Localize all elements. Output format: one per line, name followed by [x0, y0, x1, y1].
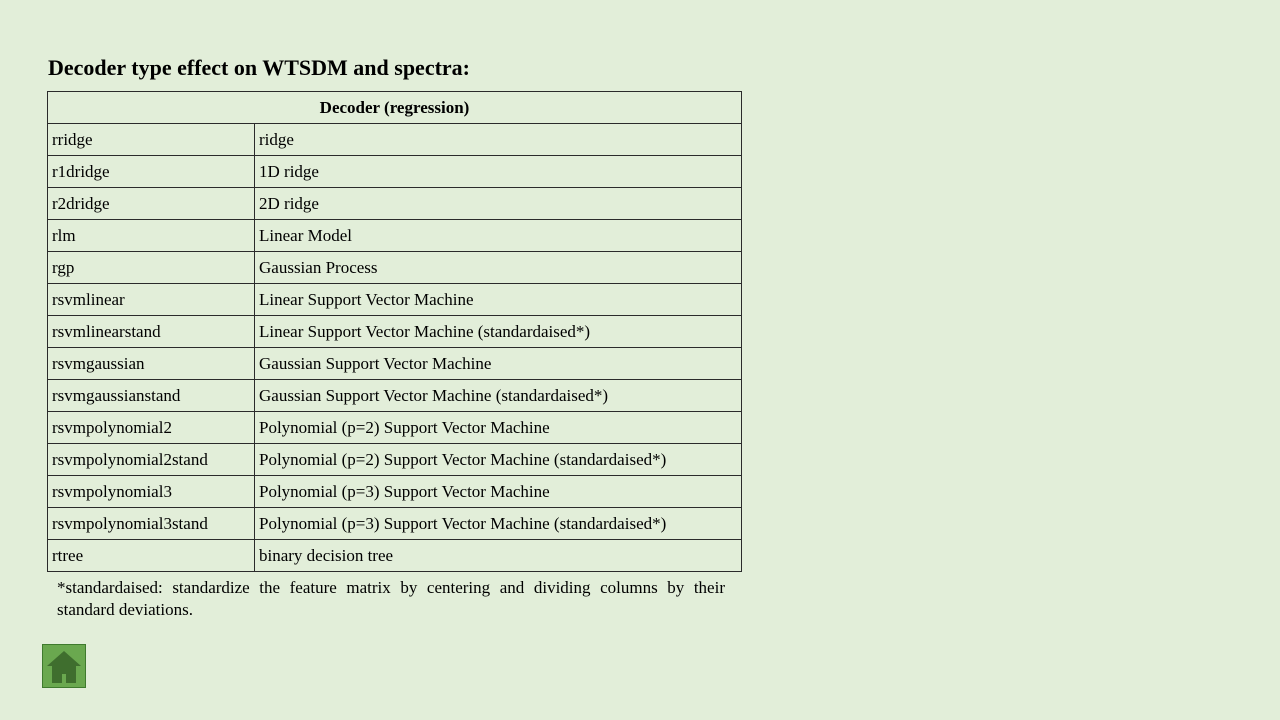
decoder-code: rridge [47, 123, 255, 156]
table-row: rtree binary decision tree [47, 539, 742, 572]
table-row: r1dridge 1D ridge [47, 155, 742, 188]
table-row: rsvmpolynomial2 Polynomial (p=2) Support… [47, 411, 742, 444]
decoder-code: rsvmpolynomial3stand [47, 507, 255, 540]
decoder-code: rtree [47, 539, 255, 572]
table-row: rsvmgaussian Gaussian Support Vector Mac… [47, 347, 742, 380]
table-row: rlm Linear Model [47, 219, 742, 252]
decoder-code: r2dridge [47, 187, 255, 220]
table-row: rridge ridge [47, 123, 742, 156]
decoder-description: Gaussian Support Vector Machine [254, 347, 742, 380]
decoder-code: rsvmlinear [47, 283, 255, 316]
decoder-description: Gaussian Support Vector Machine (standar… [254, 379, 742, 412]
decoder-code: rsvmpolynomial2 [47, 411, 255, 444]
table-row: rsvmpolynomial2stand Polynomial (p=2) Su… [47, 443, 742, 476]
decoder-description: binary decision tree [254, 539, 742, 572]
table-row: rsvmgaussianstand Gaussian Support Vecto… [47, 379, 742, 412]
decoder-code: rsvmlinearstand [47, 315, 255, 348]
decoder-code: r1dridge [47, 155, 255, 188]
slide-title: Decoder type effect on WTSDM and spectra… [48, 55, 470, 80]
footnote: *standardaised: standardize the feature … [57, 578, 725, 619]
decoder-description: Linear Support Vector Machine [254, 283, 742, 316]
table-row: rsvmlinear Linear Support Vector Machine [47, 283, 742, 316]
decoder-code: rsvmgaussianstand [47, 379, 255, 412]
decoder-code: rlm [47, 219, 255, 252]
decoder-description: Polynomial (p=3) Support Vector Machine [254, 475, 742, 508]
table-row: r2dridge 2D ridge [47, 187, 742, 220]
table-row: rsvmlinearstand Linear Support Vector Ma… [47, 315, 742, 348]
home-button[interactable] [42, 644, 86, 688]
table-row: rgp Gaussian Process [47, 251, 742, 284]
table-row: rsvmpolynomial3 Polynomial (p=3) Support… [47, 475, 742, 508]
decoder-description: 2D ridge [254, 187, 742, 220]
decoder-description: Polynomial (p=3) Support Vector Machine … [254, 507, 742, 540]
decoder-description: Polynomial (p=2) Support Vector Machine [254, 411, 742, 444]
decoder-description: Linear Model [254, 219, 742, 252]
table-header-row: Decoder (regression) [47, 91, 742, 124]
decoder-description: Gaussian Process [254, 251, 742, 284]
decoder-description: ridge [254, 123, 742, 156]
decoder-code: rgp [47, 251, 255, 284]
decoder-description: Linear Support Vector Machine (standarda… [254, 315, 742, 348]
table-header: Decoder (regression) [47, 91, 742, 124]
decoder-description: Polynomial (p=2) Support Vector Machine … [254, 443, 742, 476]
home-icon [47, 651, 81, 683]
decoder-code: rsvmpolynomial3 [47, 475, 255, 508]
decoder-code: rsvmgaussian [47, 347, 255, 380]
table-row: rsvmpolynomial3stand Polynomial (p=3) Su… [47, 507, 742, 540]
decoder-code: rsvmpolynomial2stand [47, 443, 255, 476]
decoder-description: 1D ridge [254, 155, 742, 188]
decoder-table: Decoder (regression) rridge ridge r1drid… [47, 91, 742, 572]
